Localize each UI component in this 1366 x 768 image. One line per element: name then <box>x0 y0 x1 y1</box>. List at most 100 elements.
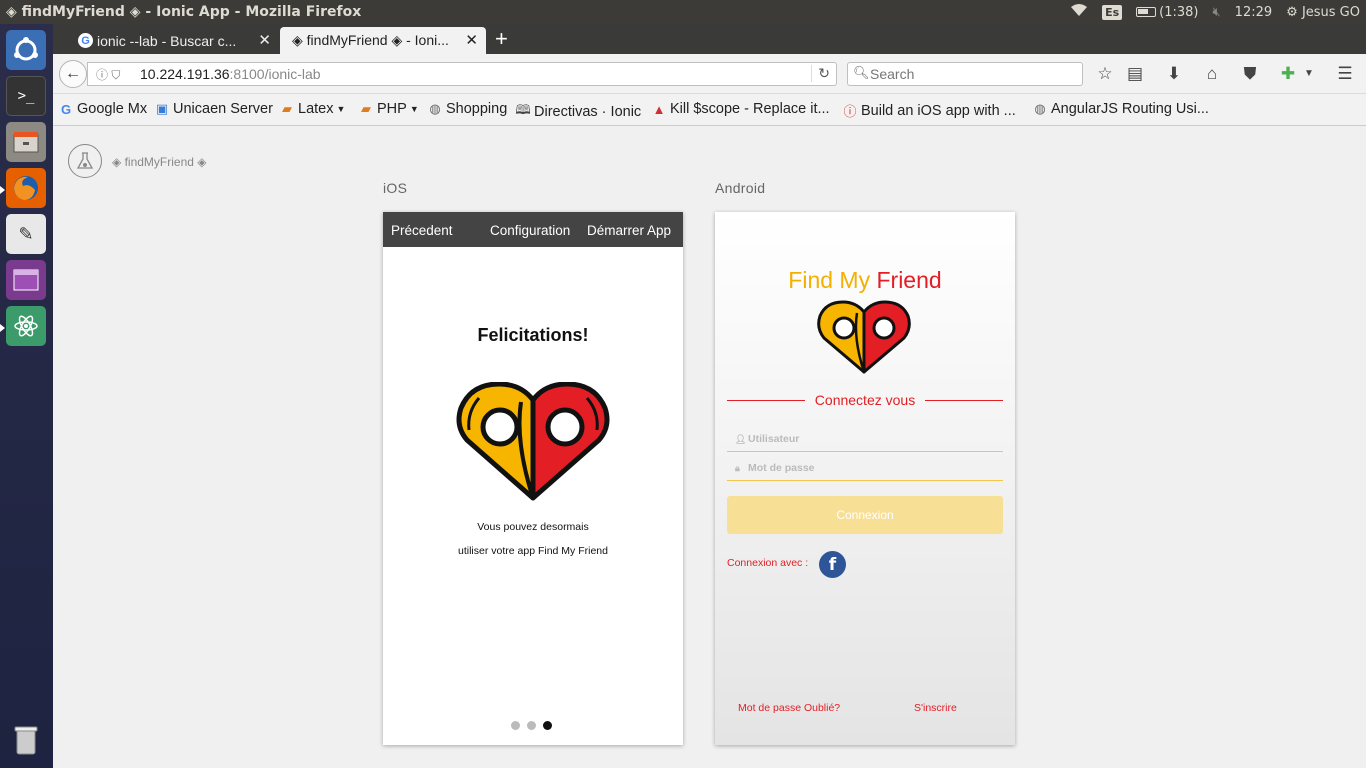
pager-dot[interactable] <box>527 721 536 730</box>
brand-find-my: Find My <box>788 267 871 293</box>
pager-dot[interactable] <box>511 721 520 730</box>
window-title: ◈ findMyFriend ◈ - Ionic App - Mozilla F… <box>6 4 362 20</box>
bookmark-label: PHP <box>377 101 407 117</box>
tab-label: ionic --lab - Buscar c... <box>97 32 237 49</box>
heart-logo-icon <box>816 300 912 381</box>
panel-indicators: Es (1:38) 🔇︎ 12:29 ⚙︎ Jesus GO <box>1070 0 1360 24</box>
atom-running-indicator <box>0 324 5 332</box>
congratulations-title: Felicitations! <box>477 325 589 345</box>
back-button[interactable]: ← <box>59 60 87 88</box>
congrats-line-2: utiliser votre app Find My Friend <box>458 545 608 557</box>
top-panel: ◈ findMyFriend ◈ - Ionic App - Mozilla F… <box>0 0 1366 24</box>
bookmark-folder-latex[interactable]: ▰ Latex ▼ <box>279 101 345 117</box>
chevron-down-icon: ▼ <box>336 104 346 114</box>
tab-google-search[interactable]: G ionic --lab - Buscar c... ✕ <box>71 27 279 54</box>
heart-logo-icon <box>455 381 611 507</box>
firefox-running-indicator <box>0 186 5 194</box>
atom-editor-icon[interactable] <box>6 306 46 346</box>
url-path: :8100/ionic-lab <box>229 66 321 82</box>
user-icon: 👤︎ <box>735 434 747 444</box>
start-app-button[interactable]: Démarrer App <box>587 223 671 238</box>
bookmark-google-mx[interactable]: G Google Mx <box>58 101 147 117</box>
connect-divider: Connectez vous <box>727 392 1003 408</box>
slide-pager[interactable] <box>511 721 552 730</box>
bookmark-label: Shopping <box>446 101 508 117</box>
forgot-password-link[interactable]: Mot de passe Oublié? <box>738 702 840 714</box>
bookmark-directivas-ionic[interactable]: 🕮︎ Directivas · Ionic <box>515 101 641 123</box>
pocket-icon[interactable]: ⛊ <box>1239 64 1261 84</box>
app-brand-title: Find My Friend <box>715 267 1015 294</box>
bookmark-folder-php[interactable]: ▰ PHP ▼ <box>358 101 419 117</box>
volume-muted-icon[interactable]: 🔇︎ <box>1212 5 1220 20</box>
url-bar[interactable]: ⓘ ⛉ 10.224.191.36:8100/ionic-lab ↻ <box>87 62 837 86</box>
clock[interactable]: 12:29 <box>1235 5 1272 20</box>
search-placeholder: Search <box>870 66 915 82</box>
social-login-label: Connexion avec : <box>727 557 809 569</box>
bookmark-unicaen-server[interactable]: ▣ Unicaen Server <box>154 101 273 117</box>
software-center-icon[interactable] <box>6 260 46 300</box>
ionic-lab-logo-icon <box>68 144 102 178</box>
configuration-button[interactable]: Configuration <box>490 223 570 238</box>
folder-icon: ▰ <box>361 101 371 116</box>
user-menu[interactable]: ⚙︎ Jesus GO <box>1286 5 1360 20</box>
login-button[interactable]: Connexion <box>727 496 1003 534</box>
file-manager-icon[interactable] <box>6 122 46 162</box>
bookmark-star-icon[interactable]: ☆ <box>1094 64 1116 84</box>
close-tab-icon[interactable]: ✕ <box>465 31 478 49</box>
hamburger-menu-icon[interactable]: ☰ <box>1334 64 1356 84</box>
google-favicon: G <box>78 33 93 48</box>
chevron-down-icon: ▼ <box>409 104 419 114</box>
bookmark-label: AngularJS Routing Usi... <box>1051 101 1209 117</box>
trash-icon[interactable] <box>6 720 46 760</box>
reload-icon[interactable]: ↻ <box>811 65 830 82</box>
downloads-icon[interactable]: ⬇ <box>1163 64 1185 84</box>
username-placeholder: Utilisateur <box>748 433 800 445</box>
username-field[interactable]: 👤︎ Utilisateur <box>727 427 1003 452</box>
bookmark-label: Kill $scope - Replace it... <box>670 101 830 117</box>
search-bar[interactable]: 🔍︎ Search <box>847 62 1083 86</box>
close-tab-icon[interactable]: ✕ <box>258 31 271 49</box>
bookmark-label: Latex <box>298 101 334 117</box>
reading-list-icon[interactable]: ▤ <box>1124 64 1146 84</box>
warning-icon: ▲ <box>652 101 666 117</box>
facebook-login-button[interactable]: f <box>819 551 846 578</box>
password-placeholder: Mot de passe <box>748 462 815 474</box>
bookmark-label: Build an iOS app with ... <box>861 102 1016 119</box>
new-tab-button[interactable]: + <box>495 26 508 52</box>
home-icon[interactable]: ⌂ <box>1201 64 1223 84</box>
brand-friend: Friend <box>876 267 942 293</box>
bookmark-shopping[interactable]: ◍ Shopping <box>427 101 507 117</box>
pager-dot-active[interactable] <box>543 721 552 730</box>
keyboard-layout-badge[interactable]: Es <box>1102 4 1123 20</box>
extension-icon[interactable]: ✚ <box>1277 64 1299 84</box>
signup-link[interactable]: S'inscrire <box>914 702 957 714</box>
tab-strip: G ionic --lab - Buscar c... ✕ ◈ findMyFr… <box>53 24 1366 54</box>
password-field[interactable]: 🔒︎ Mot de passe <box>727 456 1003 481</box>
site-info-icon[interactable]: ⓘ ⛉ <box>96 66 120 83</box>
book-icon: 🕮︎ <box>515 102 531 117</box>
divider-line-right <box>925 400 1003 401</box>
firefox-icon[interactable] <box>6 168 46 208</box>
terminal-icon[interactable]: >_ <box>6 76 46 116</box>
unity-launcher: >_ ✎ <box>0 24 53 768</box>
info-icon: ⓘ <box>843 104 857 119</box>
battery-indicator[interactable]: (1:38) <box>1136 5 1198 20</box>
user-name: Jesus GO <box>1301 4 1360 20</box>
ubuntu-dash-icon[interactable] <box>6 30 46 70</box>
bookmark-build-ios-app[interactable]: ⓘ Build an iOS app with ... <box>842 101 1016 120</box>
tab-findmyfriend[interactable]: ◈ findMyFriend ◈ - Ioni... ✕ <box>280 27 486 54</box>
bookmark-angularjs-routing[interactable]: ◍ AngularJS Routing Usi... <box>1032 101 1209 117</box>
previous-button[interactable]: Précedent <box>391 223 453 238</box>
bookmark-kill-scope[interactable]: ▲ Kill $scope - Replace it... <box>651 101 830 117</box>
wifi-icon[interactable] <box>1070 3 1088 21</box>
globe-icon: ◍ <box>1034 101 1046 116</box>
gear-icon: ⚙︎ <box>1286 4 1298 20</box>
android-device-preview: Find My Friend Connectez vous 👤︎ Utilisa… <box>715 212 1015 745</box>
ios-header-bar: Précedent Configuration Démarrer App <box>383 212 683 247</box>
text-editor-icon[interactable]: ✎ <box>6 214 46 254</box>
extension-dropdown-icon[interactable]: ▼ <box>1298 68 1320 79</box>
url-host: 10.224.191.36 <box>140 66 230 82</box>
bookmark-label: Directivas · Ionic <box>534 104 642 120</box>
bookmark-label: Google Mx <box>77 101 148 117</box>
search-icon: 🔍︎ <box>853 65 870 80</box>
